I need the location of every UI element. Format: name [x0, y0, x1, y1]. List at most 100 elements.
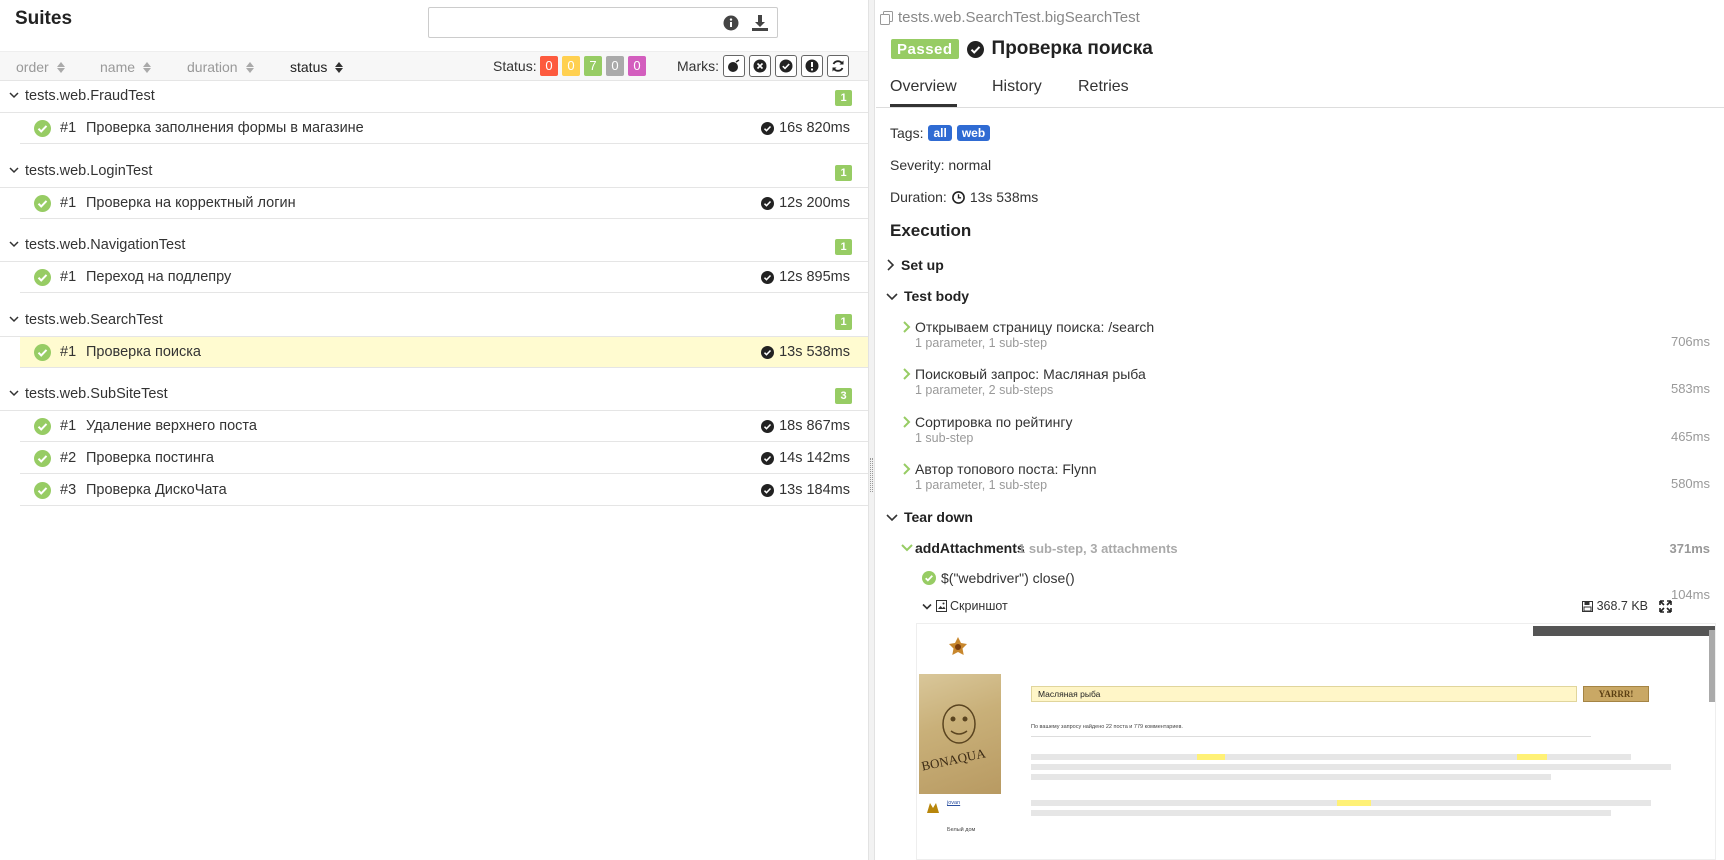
test-order: #1: [60, 120, 77, 136]
passed-status-icon: [34, 344, 51, 361]
expand-icon[interactable]: [1659, 600, 1672, 613]
check-circle-icon: [761, 451, 775, 465]
group-row[interactable]: tests.web.FraudTest 1: [0, 81, 868, 113]
chevron-right-icon: [903, 463, 911, 475]
tag-badge: web: [956, 125, 991, 141]
step-name: Автор топового поста: Flynn: [915, 461, 1097, 477]
site-logo-icon: [949, 637, 967, 655]
test-row-selected[interactable]: #1 Проверка поиска 13s 538ms: [20, 337, 868, 368]
sort-status[interactable]: status: [290, 59, 344, 75]
status-unknown-toggle[interactable]: 0: [628, 56, 646, 76]
test-row[interactable]: #2 Проверка постинга 14s 142ms: [20, 443, 868, 474]
chevron-down-icon: [9, 167, 19, 174]
duration-line: Duration: 13s 538ms: [890, 189, 1039, 205]
passed-status-icon: [922, 571, 936, 585]
check-circle-icon: [761, 196, 775, 210]
step-name: Поисковый запрос: Масляная рыба: [915, 366, 1146, 382]
step-name: $("webdriver") close(): [941, 570, 1075, 586]
severity-line: Severity: normal: [890, 157, 992, 173]
passed-status-icon: [34, 450, 51, 467]
test-row[interactable]: #1 Удаление верхнего поста 18s 867ms: [20, 411, 868, 442]
test-duration: 14s 142ms: [761, 450, 850, 466]
attachment-screenshot-preview[interactable]: BONAQUA Масляная рыба YARRR! По вашему з…: [916, 623, 1716, 860]
chevron-down-icon: [901, 544, 913, 552]
splitter-grip[interactable]: [870, 458, 873, 492]
group-row[interactable]: tests.web.NavigationTest 1: [0, 230, 868, 262]
preview-search-button: YARRR!: [1583, 686, 1649, 702]
step-row[interactable]: Поисковый запрос: Масляная рыба 1 parame…: [902, 366, 1710, 406]
tab-retries[interactable]: Retries: [1078, 78, 1129, 96]
teardown-step-row[interactable]: addAttachments 1 sub-step, 3 attachments…: [901, 540, 1710, 562]
group-row[interactable]: tests.web.SubSiteTest 3: [0, 379, 868, 411]
group-row[interactable]: tests.web.SearchTest 1: [0, 305, 868, 337]
test-order: #1: [60, 344, 77, 360]
preview-sidebar-image: BONAQUA: [919, 674, 1001, 794]
group-row[interactable]: tests.web.LoginTest 1: [0, 156, 868, 188]
preview-top-bar: [1533, 626, 1715, 636]
tab-history[interactable]: History: [992, 78, 1042, 96]
step-duration: 583ms: [1670, 381, 1710, 396]
new-broken-mark-icon[interactable]: [801, 55, 823, 77]
info-icon[interactable]: [720, 12, 742, 34]
group-name: tests.web.LoginTest: [25, 163, 153, 179]
status-passed-toggle[interactable]: 7: [584, 56, 602, 76]
tab-overview[interactable]: Overview: [890, 78, 957, 107]
status-skipped-toggle[interactable]: 0: [606, 56, 624, 76]
step-row[interactable]: Сортировка по рейтингу 1 sub-step 465ms: [902, 414, 1710, 454]
attachment-row[interactable]: Скриншот 368.7 KB: [922, 598, 1698, 618]
step-row[interactable]: Открываем страницу поиска: /search 1 par…: [902, 319, 1710, 359]
group-count-badge: 1: [835, 239, 852, 255]
test-row[interactable]: #1 Проверка заполнения формы в магазине …: [20, 113, 868, 144]
step-meta: 1 sub-step, 3 attachments: [1018, 541, 1178, 556]
step-meta: 1 parameter, 1 sub-step: [915, 336, 1048, 350]
group-name: tests.web.NavigationTest: [25, 237, 186, 253]
test-row[interactable]: #1 Проверка на корректный логин 12s 200m…: [20, 188, 868, 219]
preview-scrollbar: [1709, 630, 1715, 702]
chevron-down-icon: [886, 292, 898, 300]
step-meta: 1 sub-step: [915, 431, 974, 445]
marks-label: Marks:: [677, 58, 719, 74]
new-passed-mark-icon[interactable]: [775, 55, 797, 77]
step-row[interactable]: Автор топового поста: Flynn 1 parameter,…: [902, 461, 1710, 501]
group-name: tests.web.SearchTest: [25, 312, 163, 328]
setup-stage[interactable]: Set up: [886, 257, 944, 273]
close-step-row[interactable]: $("webdriver") close(): [922, 570, 1075, 586]
download-icon[interactable]: [749, 12, 771, 34]
step-duration: 371ms: [1669, 541, 1710, 556]
attachment-size: 368.7 KB: [1581, 599, 1648, 613]
step-name: Открываем страницу поиска: /search: [915, 319, 1155, 335]
retries-mark-icon[interactable]: [827, 55, 849, 77]
status-broken-toggle[interactable]: 0: [562, 56, 580, 76]
passed-status-icon: [34, 482, 51, 499]
test-name: Проверка ДискоЧата: [86, 482, 227, 498]
step-name: addAttachments: [915, 540, 1025, 556]
new-failed-mark-icon[interactable]: [749, 55, 771, 77]
test-row[interactable]: #1 Переход на подлепру 12s 895ms: [20, 262, 868, 293]
flaky-mark-icon[interactable]: [723, 55, 745, 77]
preview-search-field: Масляная рыба: [1031, 686, 1577, 702]
sort-name[interactable]: name: [100, 59, 152, 75]
pane-splitter[interactable]: [868, 0, 875, 860]
tags-line: Tags: all web: [890, 125, 991, 141]
preview-result-summary: По вашему запросу найдено 22 поста и 779…: [1031, 724, 1183, 730]
test-name: Удаление верхнего поста: [86, 418, 257, 434]
status-failed-toggle[interactable]: 0: [540, 56, 558, 76]
test-body-stage[interactable]: Test body: [886, 288, 969, 304]
test-duration: 12s 895ms: [761, 269, 850, 285]
teardown-stage[interactable]: Tear down: [886, 509, 973, 525]
test-duration: 12s 200ms: [761, 195, 850, 211]
sort-order[interactable]: order: [16, 59, 65, 75]
sort-duration[interactable]: duration: [187, 59, 254, 75]
save-icon: [1581, 600, 1593, 612]
copy-icon[interactable]: [880, 10, 893, 25]
chevron-right-icon: [903, 416, 911, 428]
check-circle-icon: [966, 40, 984, 58]
step-duration: 465ms: [1670, 429, 1710, 444]
check-circle-icon: [761, 270, 775, 284]
check-circle-icon: [761, 419, 775, 433]
test-row[interactable]: #3 Проверка ДискоЧата 13s 184ms: [20, 475, 868, 506]
sort-bar: order name duration status Status: 0 0 7…: [0, 51, 868, 81]
step-name: Сортировка по рейтингу: [915, 414, 1073, 430]
user-avatar-icon: [927, 803, 939, 813]
check-circle-icon: [761, 121, 775, 135]
